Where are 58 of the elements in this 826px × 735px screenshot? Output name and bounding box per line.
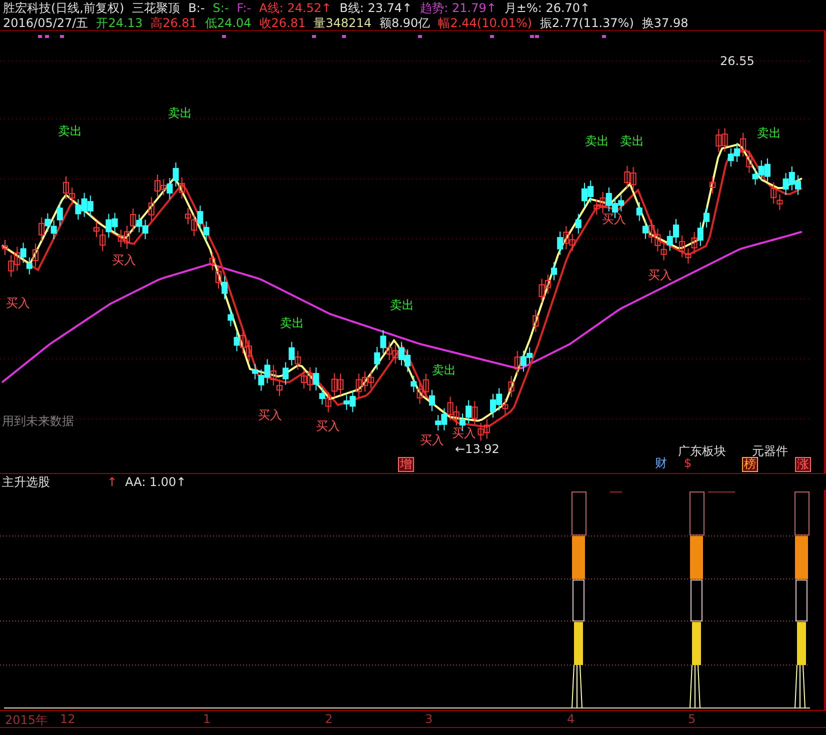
candlestick <box>710 176 716 194</box>
sell-signal: 卖出 <box>58 125 82 138</box>
indicator-value: F:- <box>236 0 252 14</box>
formula-name: 三花聚顶 <box>132 0 180 14</box>
indicator-value: S:- <box>212 0 229 14</box>
buy-signal: 买入 <box>452 427 476 440</box>
indicator-value: B:- <box>188 0 205 14</box>
sell-signal: 卖出 <box>757 127 781 140</box>
quote-value: 开24.13 <box>96 16 143 30</box>
buy-signal: 买入 <box>648 269 672 282</box>
indicator-reading: AA: 1.00↑ <box>125 475 186 489</box>
sell-signal: 卖出 <box>585 135 609 148</box>
indicator-name: 主升选股 <box>1 475 51 489</box>
quote-value: 低24.04 <box>204 16 252 30</box>
high-price-label: 26.55 <box>720 55 754 68</box>
time-axis-label: 5 <box>688 712 696 726</box>
quote-value: 振2.77(11.37%) <box>540 16 634 30</box>
time-axis-label: 12 <box>60 712 76 726</box>
sell-signal: 卖出 <box>390 299 414 312</box>
candlestick <box>532 309 539 333</box>
candlestick <box>228 308 234 327</box>
quote-value: 换37.98 <box>642 16 688 30</box>
quote-value: 幅2.44(10.01%) <box>438 16 532 30</box>
event-tag: 财 <box>655 457 667 470</box>
indicator-value: 月±%: 26.70↑ <box>504 0 590 14</box>
event-tag: 元器件 <box>752 445 788 458</box>
event-tag: 广东板块 <box>678 445 726 458</box>
indicator-value: 趋势: 21.79↑ <box>420 0 496 14</box>
quote-value: 2016/05/27/五 <box>3 16 88 30</box>
buy-signal: 买入 <box>316 420 340 433</box>
buy-signal: 买入 <box>112 254 136 267</box>
sell-signal: 卖出 <box>620 135 644 148</box>
stock-title: 胜宏科技(日线,前复权) <box>3 0 124 14</box>
event-tag: 涨 <box>795 457 811 472</box>
indicator-value: A线: 24.52↑ <box>259 0 332 14</box>
buy-signal: 买入 <box>602 213 626 226</box>
event-tag: $ <box>684 457 692 470</box>
buy-signal: 买入 <box>420 434 444 447</box>
quote-value: 量348214 <box>314 16 372 30</box>
low-price-label: ←13.92 <box>455 443 500 456</box>
buy-signal: 买入 <box>6 297 30 310</box>
warning-note: 用到未来数据 <box>2 415 74 428</box>
event-tag: 榜 <box>742 457 758 472</box>
arrow-label: ↑ <box>107 475 118 489</box>
buy-signal: 买入 <box>258 409 282 422</box>
indicator-value: B线: 23.74↑ <box>340 0 412 14</box>
quote-value: 额8.90亿 <box>379 16 430 30</box>
event-tag: 增 <box>398 457 414 472</box>
sell-signal: 卖出 <box>280 317 304 330</box>
time-axis-label: 1 <box>203 712 211 726</box>
sell-signal: 卖出 <box>432 364 456 377</box>
time-axis-label: 2 <box>325 712 333 726</box>
time-axis-label: 2015年 <box>5 712 48 729</box>
time-axis-label: 4 <box>567 712 575 726</box>
quote-value: 高26.81 <box>150 16 197 30</box>
quote-value: 收26.81 <box>259 16 306 30</box>
sell-signal: 卖出 <box>168 107 192 120</box>
time-axis-label: 3 <box>425 712 433 726</box>
